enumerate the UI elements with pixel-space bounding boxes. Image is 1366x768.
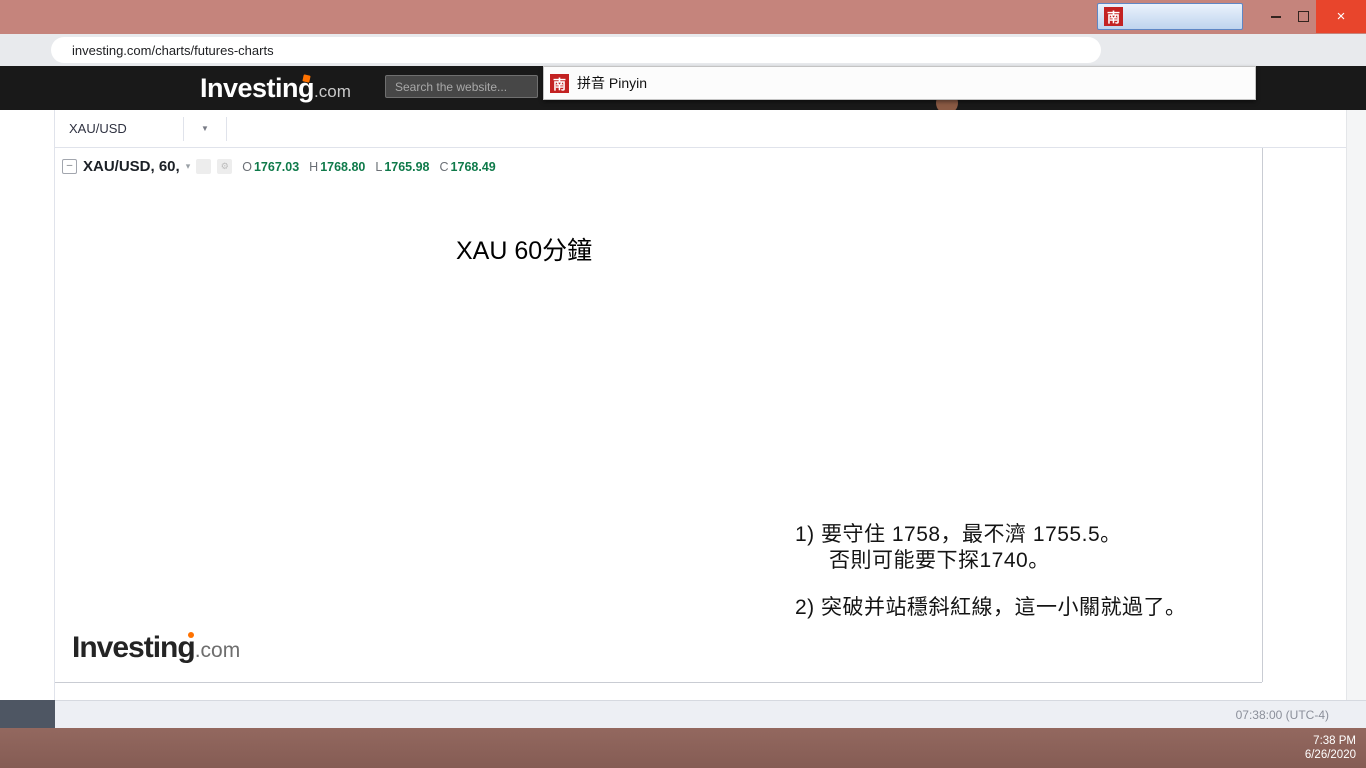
note-line: 否則可能要下探1740。 <box>829 549 1050 572</box>
chart-legend: – XAU/USD, 60, ▾ ⚙ O 1767.03 H 1768.80 L 17… <box>62 155 496 178</box>
ime-language-bar[interactable]: 南 <box>1097 3 1243 30</box>
browser-address-bar: investing.com/charts/futures-charts <box>0 34 1366 66</box>
symbol-input[interactable]: XAU/USD <box>63 121 179 136</box>
ime-panel-label: 拼音 Pinyin <box>577 75 648 91</box>
logo-text: Investing <box>200 73 315 103</box>
drawing-tools-sidebar <box>0 110 55 700</box>
windows-taskbar: 7:38 PM 6/26/2020 <box>0 728 1366 768</box>
logo-accent <box>302 74 311 83</box>
note-line: 2) 突破并站穩斜紅線，這一小關就過了。 <box>795 596 1187 619</box>
window-restore-button[interactable] <box>1290 0 1316 33</box>
ime-floating-panel[interactable]: 南 拼音 Pinyin <box>543 66 1256 100</box>
note-line: 1) 要守住 1758，最不濟 1755.5。 <box>795 523 1122 546</box>
investing-watermark: Investing.com <box>72 631 241 664</box>
collapse-legend-icon[interactable]: – <box>62 159 77 174</box>
time-axis[interactable] <box>55 682 1262 700</box>
chart-bottom-bar: 07:38:00 (UTC-4) <box>55 700 1366 728</box>
toggle-visibility-button[interactable] <box>196 159 212 174</box>
chevron-down-icon[interactable]: ▾ <box>186 161 191 172</box>
screen: 南 × investing.com/charts/futures-charts … <box>0 0 1366 768</box>
timeframe-dropdown-button[interactable]: ▼ <box>188 115 222 143</box>
logo-suffix: .com <box>314 82 351 101</box>
search-placeholder: Search the website... <box>395 79 508 94</box>
series-settings-button[interactable]: ⚙ <box>217 159 233 174</box>
clock-utc[interactable]: 07:38:00 (UTC-4) <box>1236 708 1329 722</box>
price-axis[interactable] <box>1262 148 1346 682</box>
investing-site-header: Investing.com Search the website... 南 拼音… <box>0 66 1366 114</box>
site-search-input[interactable]: Search the website... <box>385 75 538 98</box>
taskbar-clock[interactable]: 7:38 PM 6/26/2020 <box>1305 734 1360 762</box>
url-field[interactable]: investing.com/charts/futures-charts <box>51 37 1101 63</box>
url-text[interactable]: investing.com/charts/futures-charts <box>72 43 274 58</box>
investing-logo[interactable]: Investing.com <box>200 73 351 104</box>
chart-annotation-notes: 1) 要守住 1758，最不濟 1755.5。 否則可能要下探1740。 2) … <box>795 522 1187 621</box>
window-close-button[interactable]: × <box>1316 0 1366 33</box>
legend-main-row: – XAU/USD, 60, ▾ ⚙ O 1767.03 H 1768.80 L 17… <box>62 155 496 178</box>
legend-symbol-title[interactable]: XAU/USD, 60, <box>83 158 180 175</box>
browser-scrollbar[interactable] <box>1346 110 1366 728</box>
window-minimize-button[interactable] <box>1262 0 1290 33</box>
browser-tab-strip: 南 × <box>0 0 1366 34</box>
ime-panel-badge: 南 <box>550 73 569 93</box>
chart-annotation-title: XAU 60分鐘 <box>456 237 593 265</box>
ime-badge: 南 <box>1104 7 1123 26</box>
chart-toolbar: XAU/USD ▼ <box>55 110 1366 148</box>
sidebar-collapse-button[interactable] <box>0 700 55 728</box>
